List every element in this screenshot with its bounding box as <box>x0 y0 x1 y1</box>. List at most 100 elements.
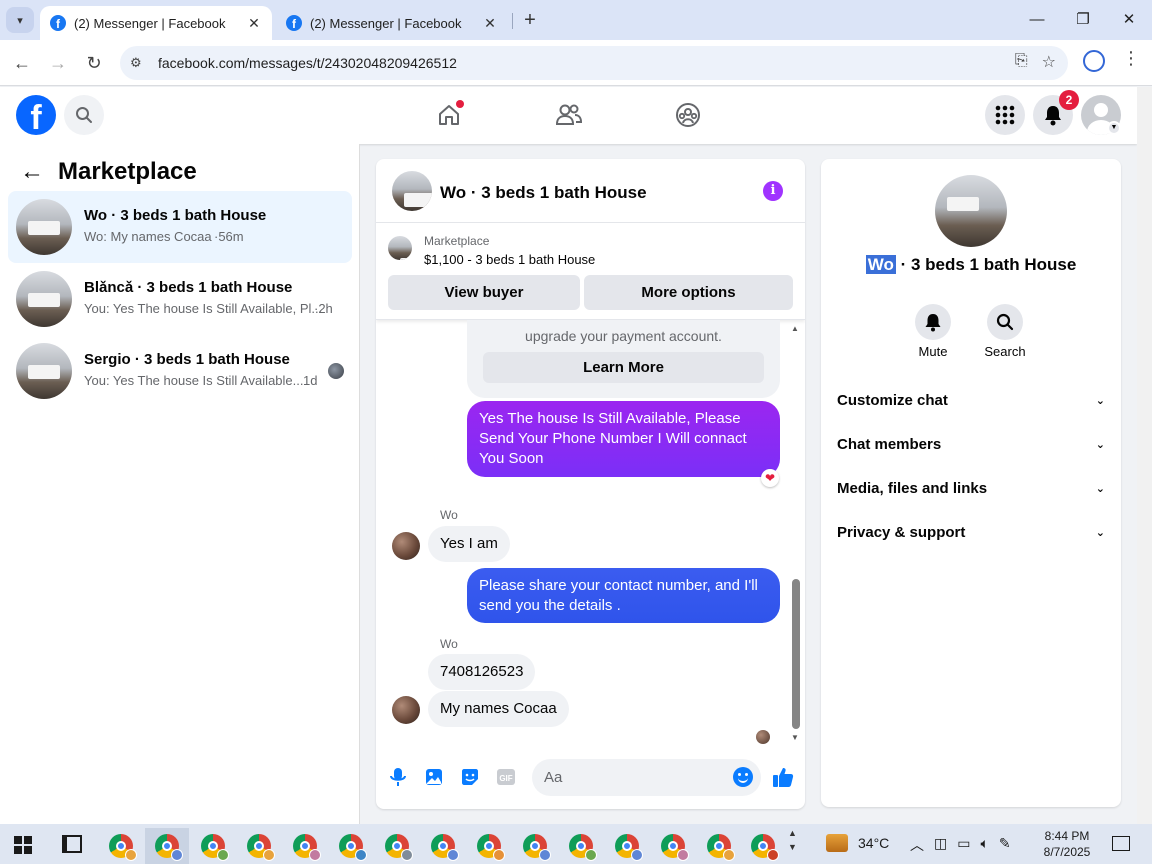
network-icon[interactable]: ▭ <box>957 835 970 855</box>
scroll-up-icon[interactable]: ▲ <box>791 324 799 333</box>
taskbar-chrome-app[interactable] <box>605 828 649 864</box>
meet-now-icon[interactable]: ◫ <box>934 835 947 855</box>
more-options-button[interactable]: More options <box>584 275 793 310</box>
url-text: facebook.com/messages/t/2430204820942651… <box>158 55 457 71</box>
new-tab-button[interactable]: + <box>518 9 542 33</box>
taskbar-chrome-app[interactable] <box>237 828 281 864</box>
page-scrollbar[interactable] <box>1137 87 1152 824</box>
taskbar-chrome-app[interactable] <box>375 828 419 864</box>
gif-button[interactable]: GIF <box>495 766 517 788</box>
info-icon[interactable]: i <box>763 181 783 201</box>
chat-title[interactable]: Wo · 3 beds 1 bath House <box>440 183 647 203</box>
listing-price-title[interactable]: $1,100 - 3 beds 1 bath House <box>424 252 595 267</box>
listing-thumbnail[interactable] <box>388 236 412 260</box>
windows-start-icon[interactable] <box>14 836 32 854</box>
close-icon[interactable]: ✕ <box>482 15 498 32</box>
taskbar-chrome-app[interactable] <box>99 828 143 864</box>
taskbar-chrome-app[interactable] <box>145 828 189 864</box>
chat-members-section[interactable]: Chat members ⌄ <box>829 422 1113 466</box>
taskbar-chrome-app[interactable] <box>513 828 557 864</box>
outgoing-message[interactable]: Yes The house Is Still Available, Please… <box>467 401 780 477</box>
chat-scrollbar[interactable]: ▲ ▼ <box>791 324 801 742</box>
close-icon[interactable]: ✕ <box>246 15 262 32</box>
minimize-button[interactable]: — <box>1014 8 1060 32</box>
forward-button[interactable]: → <box>45 50 71 76</box>
pen-icon[interactable]: ✎ <box>999 835 1011 855</box>
search-button[interactable] <box>64 95 104 135</box>
tab-search-button[interactable]: ▾ <box>6 7 34 33</box>
emoji-icon[interactable] <box>733 767 753 787</box>
mute-button[interactable]: Mute <box>898 304 968 359</box>
back-button[interactable]: ← <box>9 50 35 76</box>
contact-avatar[interactable] <box>392 532 420 560</box>
privacy-support-section[interactable]: Privacy & support ⌄ <box>829 510 1113 554</box>
grid-menu-icon <box>995 105 1015 125</box>
browser-tab[interactable]: f (2) Messenger | Facebook ✕ <box>276 6 508 40</box>
message-input[interactable] <box>544 767 714 787</box>
scroll-down-icon[interactable]: ▼ <box>791 733 799 742</box>
taskbar-chrome-app[interactable] <box>651 828 695 864</box>
listing-thumbnail <box>16 199 72 255</box>
customize-chat-section[interactable]: Customize chat ⌄ <box>829 378 1113 422</box>
address-bar[interactable]: ⚙ facebook.com/messages/t/24302048209426… <box>120 46 1068 80</box>
conversation-item[interactable]: Blǎncǎ · 3 beds 1 bath House You: Yes Th… <box>8 263 352 335</box>
outgoing-message[interactable]: Please share your contact number, and I'… <box>467 568 780 623</box>
menu-button[interactable] <box>985 95 1025 135</box>
incoming-message[interactable]: 7408126523 <box>428 654 536 690</box>
incoming-message[interactable]: Yes I am <box>428 526 510 562</box>
conversation-time: ·2h <box>314 301 333 316</box>
voice-clip-button[interactable] <box>387 766 409 788</box>
seen-avatar <box>328 363 344 379</box>
taskbar-chrome-app[interactable] <box>191 828 235 864</box>
scrollbar-thumb[interactable] <box>792 579 800 729</box>
system-clock[interactable]: 8:44 PM 8/7/2025 <box>1036 828 1098 860</box>
volume-icon[interactable]: 🔈︎ <box>980 835 988 855</box>
install-app-icon[interactable]: ⎘ <box>1015 52 1028 72</box>
chevron-down-icon[interactable]: ▼ <box>1107 121 1121 135</box>
conversation-title: Wo · 3 beds 1 bath House <box>84 207 267 224</box>
incoming-message[interactable]: My names Cocaa <box>428 691 569 727</box>
maximize-button[interactable]: ❐ <box>1060 8 1106 32</box>
listing-thumbnail[interactable] <box>935 175 1007 247</box>
weather-widget[interactable]: 34°C <box>826 834 889 852</box>
nav-groups[interactable] <box>672 99 704 131</box>
conversation-item[interactable]: Sergio · 3 beds 1 bath House You: Yes Th… <box>8 335 352 407</box>
reload-button[interactable]: ↻ <box>81 50 107 76</box>
taskbar-chrome-app[interactable] <box>697 828 741 864</box>
contact-avatar[interactable] <box>392 696 420 724</box>
notification-center-icon[interactable] <box>1112 836 1130 851</box>
view-buyer-button[interactable]: View buyer <box>388 275 580 310</box>
chevron-down-icon: ⌄ <box>1095 482 1105 495</box>
like-button[interactable] <box>772 766 794 788</box>
taskbar-chrome-app[interactable] <box>467 828 511 864</box>
search-in-chat-button[interactable]: Search <box>970 304 1040 359</box>
conversation-item[interactable]: Wo · 3 beds 1 bath House Wo: My names Co… <box>8 191 352 263</box>
taskbar-chrome-app[interactable] <box>741 828 785 864</box>
taskbar-chrome-app[interactable] <box>329 828 373 864</box>
back-arrow-icon[interactable]: ← <box>20 158 44 186</box>
chrome-profile-icon[interactable] <box>1083 50 1105 72</box>
chevron-up-icon[interactable]: ︿ <box>910 835 924 855</box>
heart-reaction-icon[interactable]: ❤ <box>761 469 779 487</box>
section-label: Chat members <box>837 435 942 453</box>
site-info-icon[interactable]: ⚙ <box>130 55 148 71</box>
chrome-menu-icon[interactable]: ⋮ <box>1122 48 1140 69</box>
media-files-links-section[interactable]: Media, files and links ⌄ <box>829 466 1113 510</box>
learn-more-button[interactable]: Learn More <box>483 352 764 383</box>
conversation-title: Sergio · 3 beds 1 bath House <box>84 351 290 368</box>
sticker-button[interactable] <box>459 766 481 788</box>
facebook-logo-icon[interactable]: f <box>16 95 56 135</box>
bookmark-star-icon[interactable]: ☆ <box>1042 52 1056 72</box>
nav-friends[interactable] <box>553 99 585 131</box>
browser-tab-active[interactable]: f (2) Messenger | Facebook ✕ <box>40 6 272 40</box>
attach-media-button[interactable] <box>423 766 445 788</box>
taskbar-chrome-app[interactable] <box>283 828 327 864</box>
taskbar-scroll-arrows[interactable]: ▲ ▼ <box>788 826 797 854</box>
listing-thumbnail[interactable] <box>392 171 432 211</box>
taskbar-chrome-app[interactable] <box>421 828 465 864</box>
nav-home[interactable] <box>433 99 465 131</box>
selected-text: Wo <box>865 255 896 274</box>
window-close-button[interactable]: ✕ <box>1106 8 1152 32</box>
taskbar-chrome-app[interactable] <box>559 828 603 864</box>
task-view-icon[interactable] <box>62 835 82 853</box>
